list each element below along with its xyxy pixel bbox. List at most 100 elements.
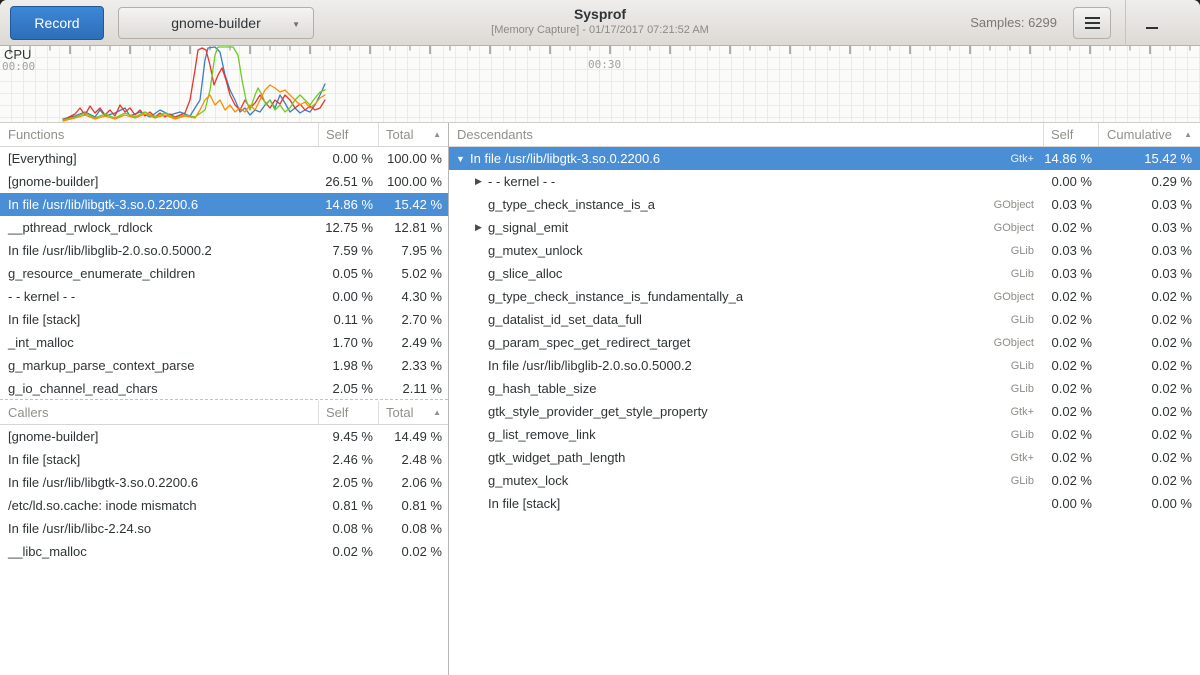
function-name: g_io_channel_read_chars (0, 381, 318, 396)
tree-row[interactable]: gtk_style_provider_get_style_propertyGtk… (449, 400, 1200, 423)
callers-self-column-header[interactable]: Self (318, 401, 378, 424)
table-row[interactable]: __libc_malloc0.02 %0.02 % (0, 540, 448, 563)
descendants-self-column-header[interactable]: Self (1043, 123, 1098, 146)
tree-row[interactable]: g_mutex_lockGLib0.02 %0.02 % (449, 469, 1200, 492)
library-tag: Gtk+ (1010, 406, 1043, 418)
table-row[interactable]: In file [stack]0.11 %2.70 % (0, 308, 448, 331)
descendants-column-header[interactable]: Descendants (449, 123, 1043, 146)
functions-table: [Everything]0.00 %100.00 %[gnome-builder… (0, 147, 448, 400)
table-row[interactable]: g_resource_enumerate_children0.05 %5.02 … (0, 262, 448, 285)
total-value: 2.48 % (378, 452, 448, 467)
tree-row[interactable]: ▼In file /usr/lib/libgtk-3.so.0.2200.6Gt… (449, 147, 1200, 170)
right-pane-filler (449, 515, 1200, 675)
table-row[interactable]: g_markup_parse_context_parse1.98 %2.33 % (0, 354, 448, 377)
tree-row[interactable]: g_type_check_instance_is_fundamentally_a… (449, 285, 1200, 308)
sort-ascending-icon: ▲ (433, 408, 441, 417)
minimize-button[interactable] (1136, 7, 1168, 39)
function-name: g_mutex_lock (486, 473, 1011, 488)
tree-row[interactable]: g_mutex_unlockGLib0.03 %0.03 % (449, 239, 1200, 262)
self-value: 2.05 % (318, 381, 378, 396)
callers-total-column-header[interactable]: Total ▲ (378, 401, 448, 424)
table-row[interactable]: In file /usr/lib/libgtk-3.so.0.2200.614.… (0, 193, 448, 216)
self-value: 9.45 % (318, 429, 378, 444)
table-row[interactable]: g_io_channel_read_chars2.05 %2.11 % (0, 377, 448, 400)
close-button[interactable] (1168, 7, 1200, 39)
cumulative-value: 0.02 % (1098, 473, 1200, 488)
cumulative-value: 0.02 % (1098, 450, 1200, 465)
table-row[interactable]: In file /usr/lib/libc-2.24.so0.08 %0.08 … (0, 517, 448, 540)
self-value: 0.02 % (1043, 473, 1098, 488)
self-value: 2.05 % (318, 475, 378, 490)
total-value: 100.00 % (378, 174, 448, 189)
library-tag: Gtk+ (1010, 452, 1043, 464)
self-value: 0.00 % (318, 289, 378, 304)
cumulative-value: 0.02 % (1098, 381, 1200, 396)
table-row[interactable]: [Everything]0.00 %100.00 % (0, 147, 448, 170)
minimize-icon (1146, 27, 1158, 29)
tree-row[interactable]: In file [stack]0.00 %0.00 % (449, 492, 1200, 515)
function-name: /etc/ld.so.cache: inode mismatch (0, 498, 318, 513)
table-row[interactable]: - - kernel - -0.00 %4.30 % (0, 285, 448, 308)
function-name: _int_malloc (0, 335, 318, 350)
function-name: [gnome-builder] (0, 174, 318, 189)
functions-column-header[interactable]: Functions (0, 123, 318, 146)
function-name: g_list_remove_link (486, 427, 1011, 442)
table-row[interactable]: /etc/ld.so.cache: inode mismatch0.81 %0.… (0, 494, 448, 517)
function-name: gtk_widget_path_length (486, 450, 1010, 465)
tree-row[interactable]: gtk_widget_path_lengthGtk+0.02 %0.02 % (449, 446, 1200, 469)
process-selector-dropdown[interactable]: gnome-builder ▼ (118, 7, 314, 39)
library-tag: GObject (994, 222, 1043, 234)
sysprof-window: Record gnome-builder ▼ Sysprof [Memory C… (0, 0, 1200, 675)
tree-row[interactable]: In file /usr/lib/libglib-2.0.so.0.5000.2… (449, 354, 1200, 377)
tree-row[interactable]: g_slice_allocGLib0.03 %0.03 % (449, 262, 1200, 285)
record-button[interactable]: Record (10, 6, 104, 40)
total-value: 4.30 % (378, 289, 448, 304)
expander-icon[interactable]: ▶ (471, 176, 486, 187)
table-row[interactable]: [gnome-builder]9.45 %14.49 % (0, 425, 448, 448)
timeline-mid-label: 00:30 (588, 58, 621, 71)
table-row[interactable]: In file /usr/lib/libglib-2.0.so.0.5000.2… (0, 239, 448, 262)
table-row[interactable]: In file [stack]2.46 %2.48 % (0, 448, 448, 471)
descendants-cumulative-column-header[interactable]: Cumulative ▲ (1098, 123, 1200, 146)
tree-row[interactable]: ▶- - kernel - -0.00 %0.29 % (449, 170, 1200, 193)
self-value: 0.02 % (1043, 335, 1098, 350)
library-tag: GLib (1011, 314, 1043, 326)
cumulative-value: 0.03 % (1098, 266, 1200, 281)
tree-row[interactable]: g_list_remove_linkGLib0.02 %0.02 % (449, 423, 1200, 446)
self-value: 2.46 % (318, 452, 378, 467)
tree-row[interactable]: g_hash_table_sizeGLib0.02 %0.02 % (449, 377, 1200, 400)
function-name: g_markup_parse_context_parse (0, 358, 318, 373)
total-value: 2.70 % (378, 312, 448, 327)
function-name: g_type_check_instance_is_a (486, 197, 994, 212)
total-value: 12.81 % (378, 220, 448, 235)
expander-icon[interactable]: ▶ (471, 222, 486, 233)
table-row[interactable]: __pthread_rwlock_rdlock12.75 %12.81 % (0, 216, 448, 239)
library-tag: GObject (994, 199, 1043, 211)
function-name: g_type_check_instance_is_fundamentally_a (486, 289, 994, 304)
callers-table: [gnome-builder]9.45 %14.49 %In file [sta… (0, 425, 448, 563)
expander-icon[interactable]: ▼ (453, 154, 468, 164)
function-name: In file [stack] (0, 452, 318, 467)
function-name: __libc_malloc (0, 544, 318, 559)
total-value: 15.42 % (378, 197, 448, 212)
library-tag: GLib (1011, 429, 1043, 441)
tree-row[interactable]: ▶g_signal_emitGObject0.02 %0.03 % (449, 216, 1200, 239)
functions-self-column-header[interactable]: Self (318, 123, 378, 146)
callers-column-header[interactable]: Callers (0, 401, 318, 424)
cpu-graph[interactable]: CPU 00:00 00:30 (0, 46, 1200, 123)
table-row[interactable]: In file /usr/lib/libgtk-3.so.0.2200.62.0… (0, 471, 448, 494)
table-row[interactable]: [gnome-builder]26.51 %100.00 % (0, 170, 448, 193)
self-value: 0.02 % (1043, 427, 1098, 442)
function-name: [gnome-builder] (0, 429, 318, 444)
functions-total-column-header[interactable]: Total ▲ (378, 123, 448, 146)
library-tag: GLib (1011, 383, 1043, 395)
cumulative-value: 0.03 % (1098, 243, 1200, 258)
tree-row[interactable]: g_param_spec_get_redirect_targetGObject0… (449, 331, 1200, 354)
self-value: 12.75 % (318, 220, 378, 235)
tree-row[interactable]: g_type_check_instance_is_aGObject0.03 %0… (449, 193, 1200, 216)
table-row[interactable]: _int_malloc1.70 %2.49 % (0, 331, 448, 354)
tree-row[interactable]: g_datalist_id_set_data_fullGLib0.02 %0.0… (449, 308, 1200, 331)
menu-button[interactable] (1073, 7, 1111, 39)
function-name: - - kernel - - (0, 289, 318, 304)
self-value: 0.02 % (1043, 220, 1098, 235)
